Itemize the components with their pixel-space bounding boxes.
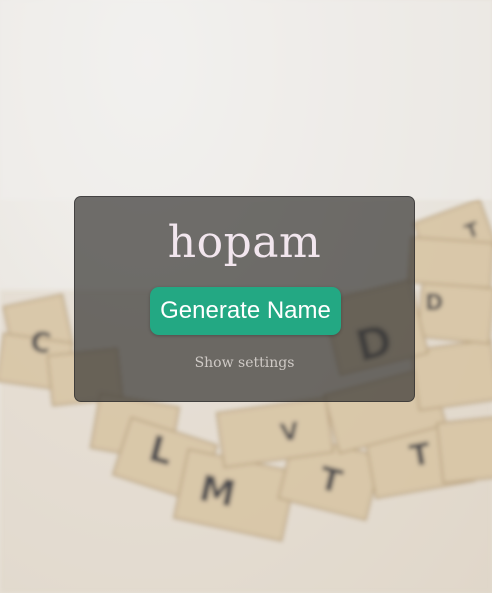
show-settings-link[interactable]: Show settings: [75, 355, 414, 371]
generate-name-button[interactable]: Generate Name: [150, 287, 341, 335]
svg-text:D: D: [425, 291, 443, 316]
name-generator-panel: hopam Generate Name Show settings: [74, 196, 415, 402]
generated-name: hopam: [167, 217, 322, 268]
